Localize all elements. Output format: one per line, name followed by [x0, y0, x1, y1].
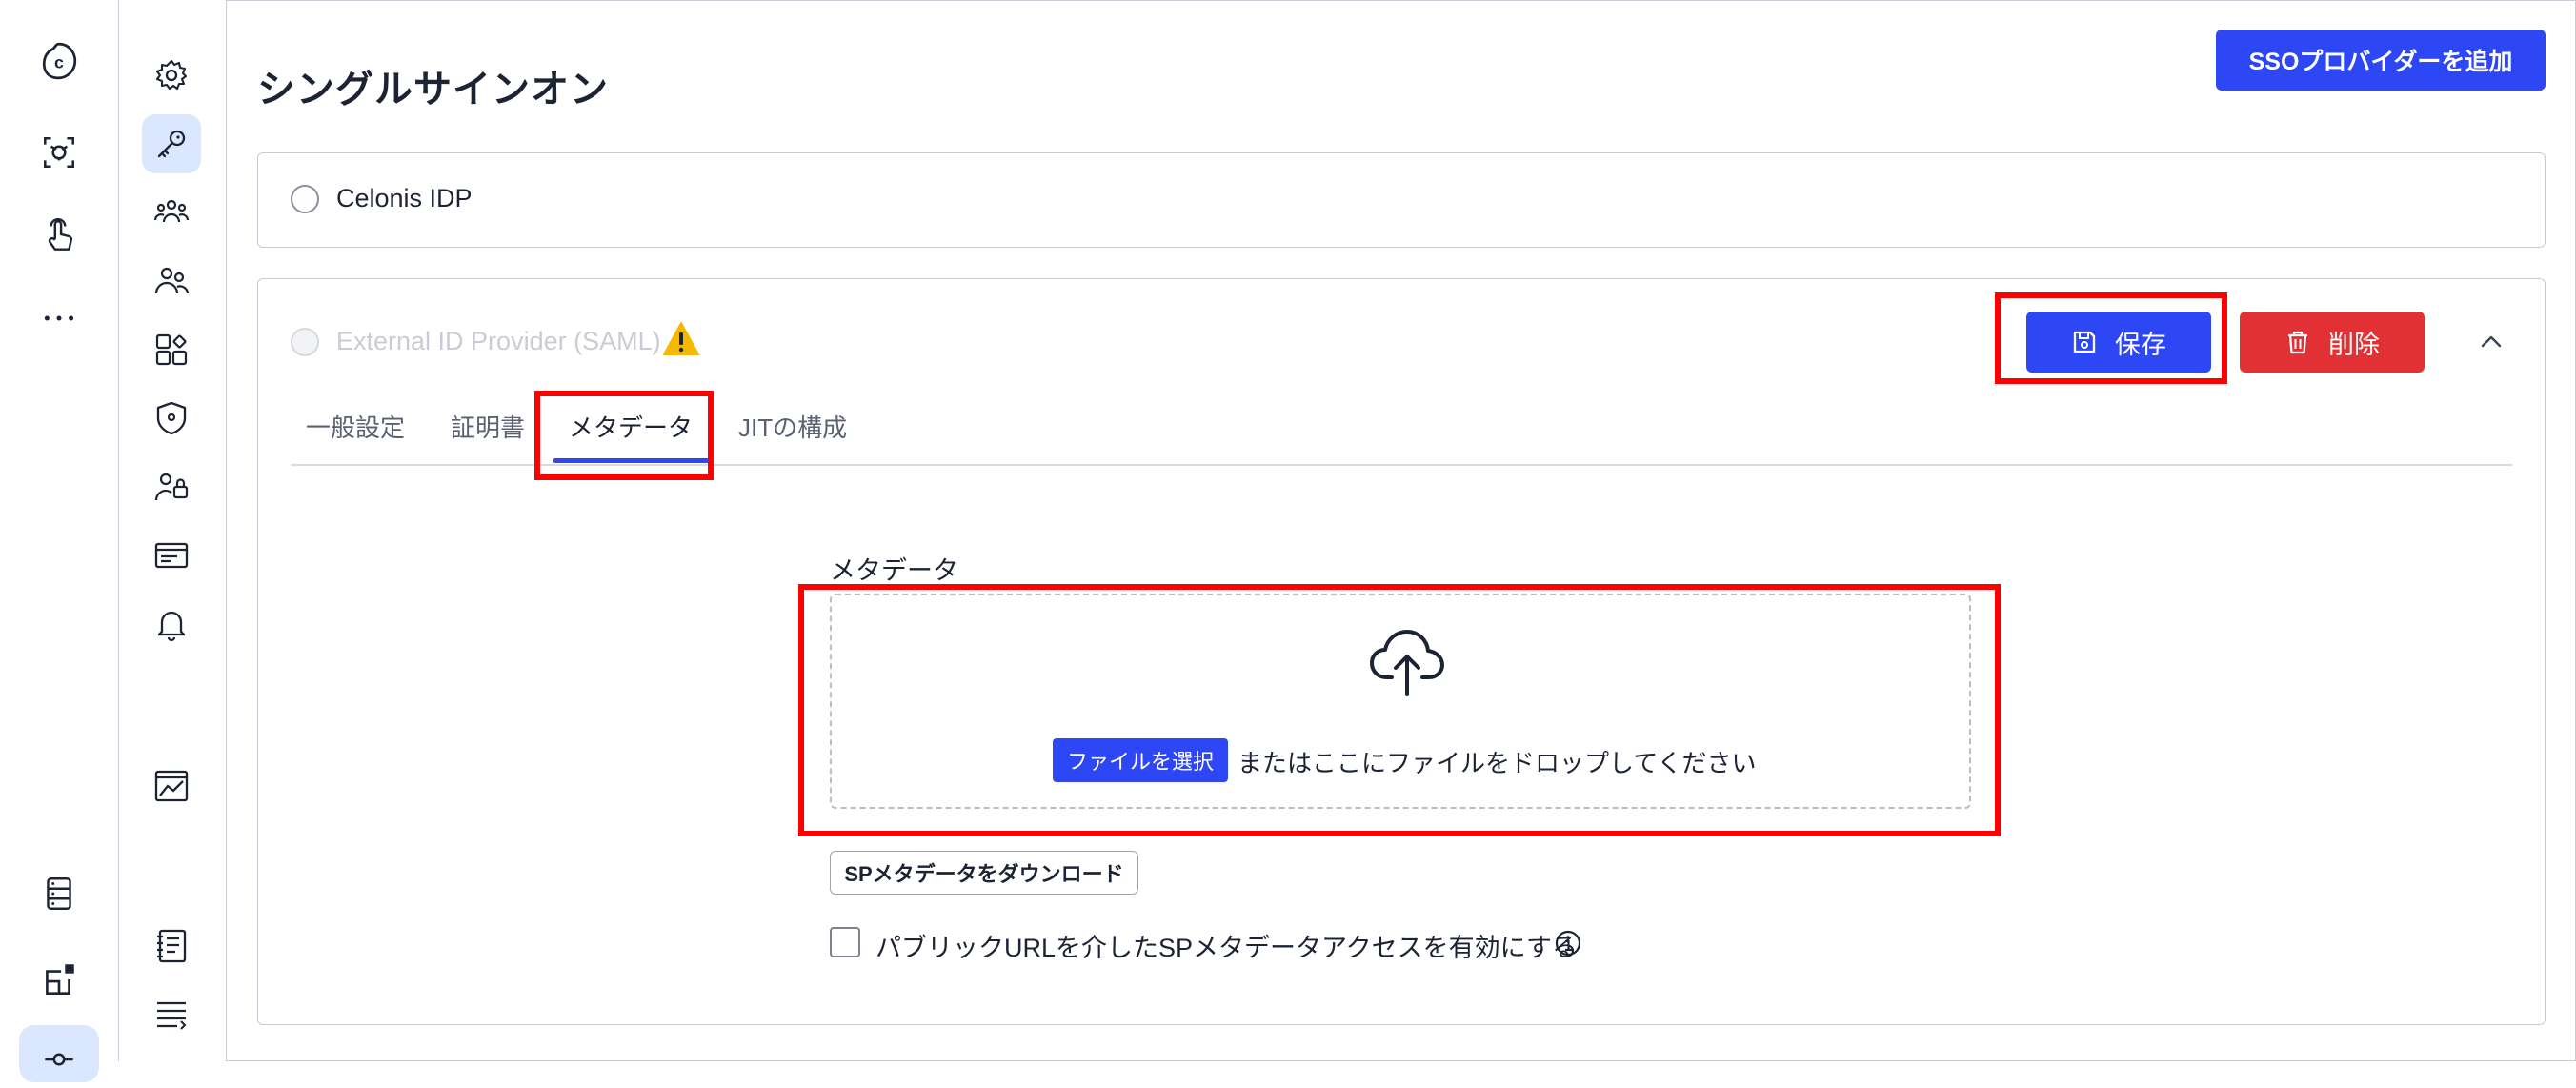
- metadata-dropzone[interactable]: ファイルを選択 またはここにファイルをドロップしてください: [830, 594, 1971, 809]
- user-lock-icon[interactable]: [142, 457, 201, 516]
- page-title: シングルサインオン: [257, 68, 609, 111]
- drop-hint-text: またはここにファイルをドロップしてください: [1238, 749, 1757, 777]
- delete-button-label: 削除: [2328, 330, 2380, 359]
- more-dots-icon[interactable]: [30, 290, 88, 347]
- trash-icon: [2288, 331, 2307, 354]
- collapse-button[interactable]: [2466, 317, 2516, 367]
- celonis-idp-radio[interactable]: [291, 185, 319, 213]
- add-sso-provider-button[interactable]: SSOプロバイダーを追加: [2216, 30, 2546, 91]
- public-url-checkbox[interactable]: [830, 927, 860, 957]
- svg-text:c: c: [54, 52, 64, 71]
- celonis-idp-label: Celonis IDP: [336, 184, 473, 212]
- delete-button[interactable]: 削除: [2240, 312, 2425, 373]
- users-icon[interactable]: [142, 252, 201, 311]
- save-button[interactable]: 保存: [2026, 312, 2211, 373]
- tab-jit-config[interactable]: JITの構成: [738, 407, 847, 464]
- shield-icon[interactable]: [142, 389, 201, 448]
- gear-icon[interactable]: [142, 46, 201, 105]
- settings-sliders-icon[interactable]: [30, 1031, 88, 1088]
- provider-card-celonis[interactable]: Celonis IDP: [257, 152, 2546, 248]
- notebook-icon[interactable]: [142, 917, 201, 976]
- external-idp-radio[interactable]: [291, 328, 319, 356]
- admin-nav-rail: [119, 0, 227, 1061]
- key-icon[interactable]: [142, 114, 201, 173]
- database-icon[interactable]: [30, 865, 88, 922]
- download-sp-metadata-button[interactable]: SPメタデータをダウンロード: [830, 851, 1138, 895]
- public-url-label: パブリックURLを介したSPメタデータアクセスを有効にする: [875, 934, 1578, 962]
- external-idp-label: External ID Provider (SAML): [336, 327, 661, 355]
- active-tab-indicator: [553, 458, 710, 463]
- team-icon[interactable]: [142, 183, 201, 242]
- list-icon[interactable]: [142, 985, 201, 1044]
- chevron-up-icon: [2481, 335, 2502, 348]
- app-marketplace-icon[interactable]: [30, 951, 88, 1008]
- card-icon[interactable]: [142, 526, 201, 585]
- floppy-disk-icon: [2073, 331, 2096, 353]
- metadata-field-label: メタデータ: [830, 556, 958, 585]
- cloud-upload-icon: [1370, 630, 1444, 696]
- warning-icon: [663, 322, 699, 355]
- global-nav-rail: c: [0, 0, 119, 1082]
- info-icon[interactable]: [1554, 929, 1582, 957]
- touch-pointer-icon[interactable]: [30, 208, 88, 265]
- process-scan-icon[interactable]: [30, 124, 88, 181]
- tab-general-settings[interactable]: 一般設定: [306, 407, 405, 464]
- celonis-logo-icon[interactable]: c: [30, 32, 88, 90]
- save-button-label: 保存: [2115, 330, 2166, 359]
- choose-file-button[interactable]: ファイルを選択: [1053, 738, 1228, 782]
- provider-tabs: 一般設定 証明書 メタデータ JITの構成: [291, 407, 2512, 466]
- apps-icon[interactable]: [142, 320, 201, 379]
- provider-card-external: External ID Provider (SAML) 保存 削除 一般設定 証…: [257, 278, 2546, 1025]
- chart-icon[interactable]: [142, 756, 201, 816]
- bell-icon[interactable]: [142, 594, 201, 654]
- tab-certificates[interactable]: 証明書: [451, 407, 525, 464]
- tab-metadata[interactable]: メタデータ: [569, 407, 693, 464]
